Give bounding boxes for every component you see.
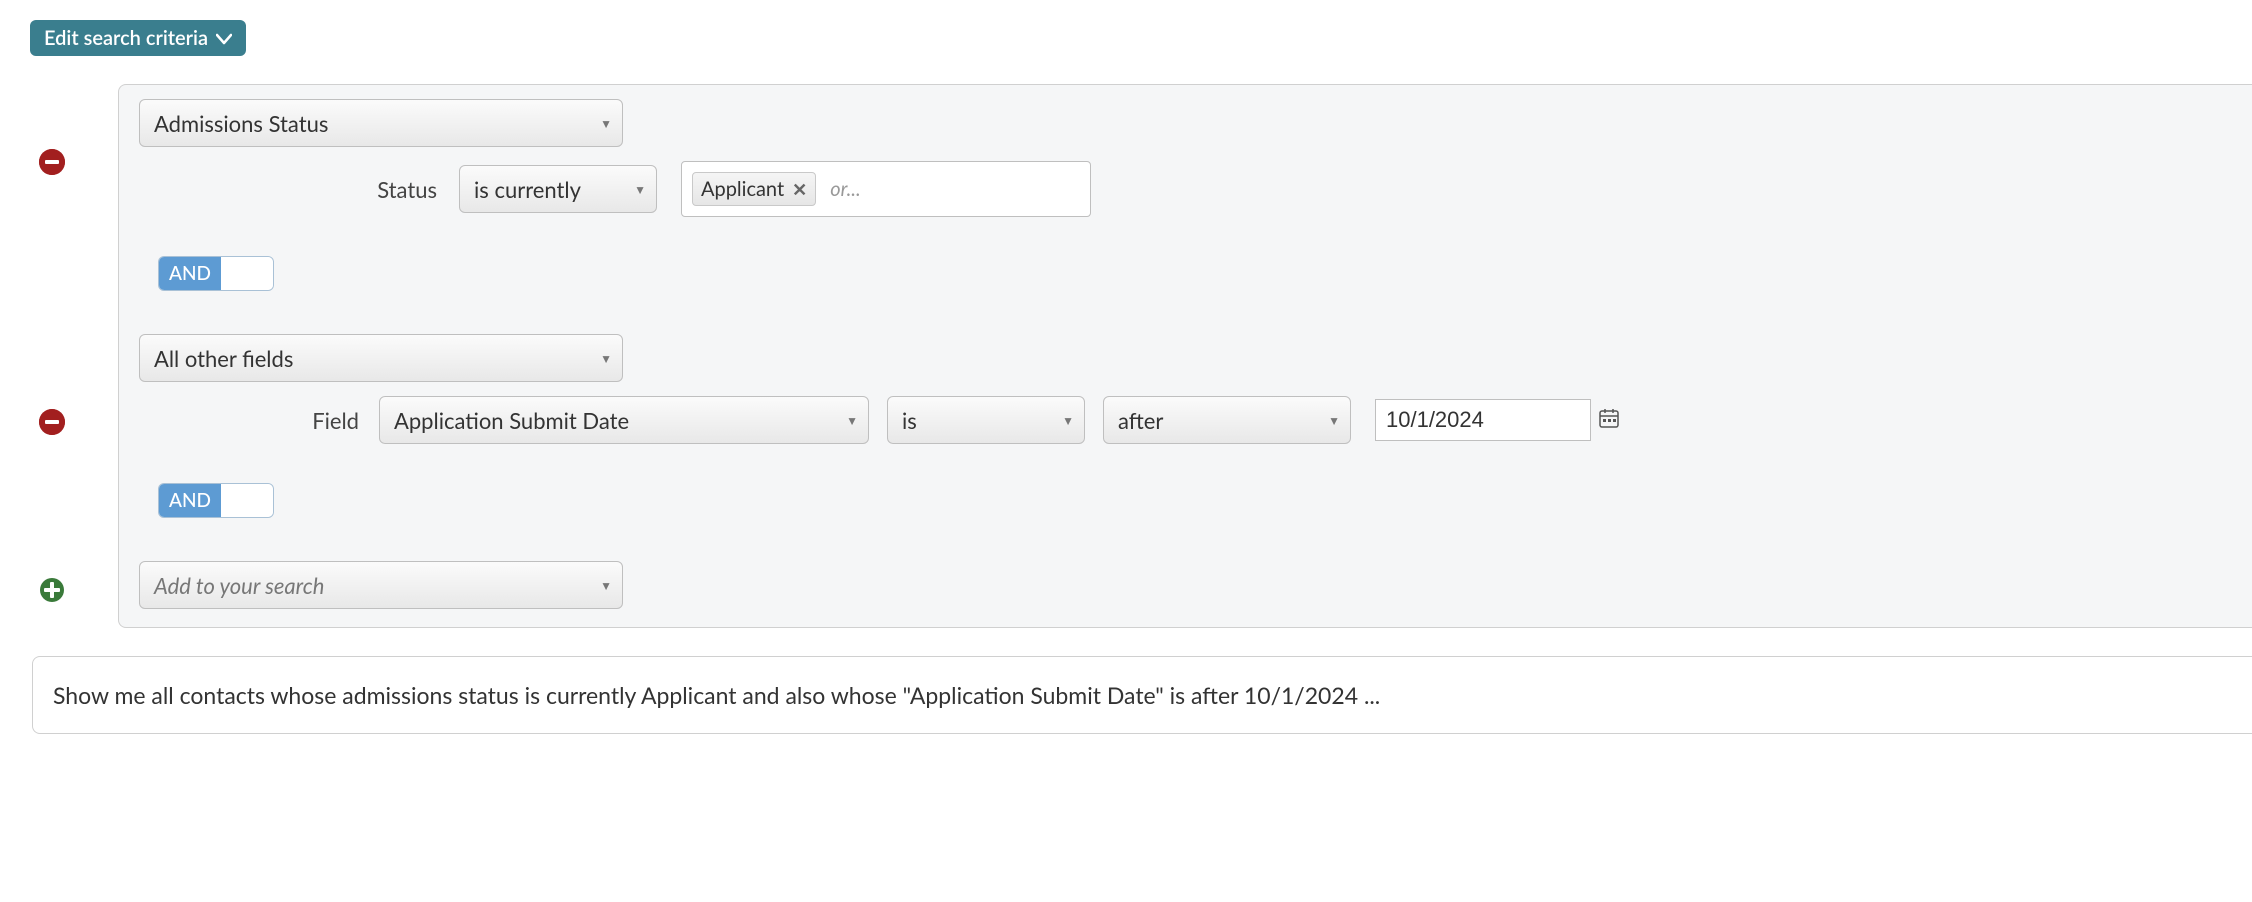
search-summary-text: Show me all contacts whose admissions st… [53,681,1380,709]
or-placeholder: or... [826,177,860,201]
calendar-icon[interactable] [1599,408,1619,433]
chevron-down-icon [216,26,232,50]
remove-criteria-icon[interactable] [39,149,65,175]
caret-down-icon: ▼ [600,351,612,366]
logic-toggle-value: AND [159,484,221,517]
remove-criteria-icon[interactable] [39,409,65,435]
operator2-select[interactable]: after ▼ [1103,396,1351,444]
status-chip: Applicant ✕ [692,172,816,206]
caret-down-icon: ▼ [846,413,858,428]
field-label: Field [139,407,379,434]
operator2-select-value: after [1118,407,1163,434]
caret-down-icon: ▼ [600,578,612,593]
caret-down-icon: ▼ [1062,413,1074,428]
category-select[interactable]: All other fields ▼ [139,334,623,382]
remove-chip-icon[interactable]: ✕ [792,178,807,201]
operator1-select[interactable]: is ▼ [887,396,1085,444]
field-select[interactable]: Application Submit Date ▼ [379,396,869,444]
status-value-input[interactable]: Applicant ✕ or... [681,161,1091,217]
operator1-select-value: is [902,407,917,434]
status-chip-label: Applicant [701,177,784,201]
operator-select-value: is currently [474,176,581,203]
criteria-block: All other fields ▼ Field Application Sub… [139,334,2232,557]
category-select[interactable]: Admissions Status ▼ [139,99,623,147]
search-summary: Show me all contacts whose admissions st… [32,656,2252,734]
logic-toggle-empty [221,484,273,517]
criteria-block: Admissions Status ▼ Status is currently … [139,99,2232,330]
edit-search-criteria-label: Edit search criteria [44,26,208,50]
category-select-value: All other fields [154,345,293,372]
add-to-search-select[interactable]: Add to your search ▼ [139,561,623,609]
logic-toggle[interactable]: AND [159,484,273,517]
date-input[interactable] [1375,399,1591,441]
operator-select[interactable]: is currently ▼ [459,165,657,213]
logic-toggle[interactable]: AND [159,257,273,290]
caret-down-icon: ▼ [634,182,646,197]
search-criteria-panel: Admissions Status ▼ Status is currently … [118,84,2252,628]
logic-toggle-empty [221,257,273,290]
logic-toggle-value: AND [159,257,221,290]
field-select-value: Application Submit Date [394,407,629,434]
add-criteria-icon[interactable] [39,577,65,603]
category-select-value: Admissions Status [154,110,328,137]
edit-search-criteria-button[interactable]: Edit search criteria [30,20,246,56]
field-label: Status [139,176,459,203]
caret-down-icon: ▼ [600,116,612,131]
add-to-search-placeholder: Add to your search [154,572,324,599]
caret-down-icon: ▼ [1328,413,1340,428]
